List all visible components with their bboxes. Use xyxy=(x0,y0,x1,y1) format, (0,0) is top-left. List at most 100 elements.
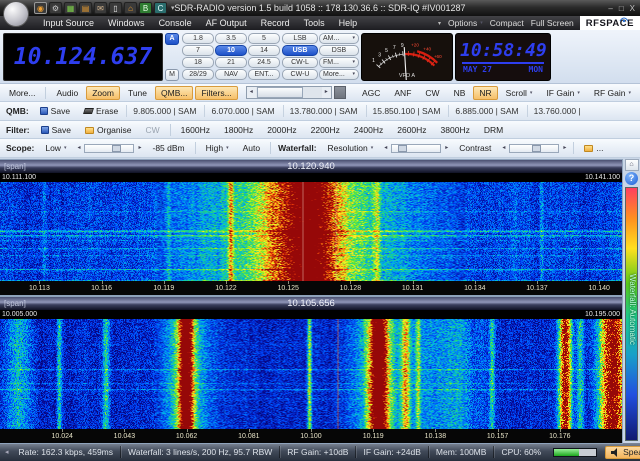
qmb-memory-item[interactable]: 9.805.000 | SAM xyxy=(126,105,202,117)
dsp-anf-button[interactable]: ANF xyxy=(388,86,417,100)
slider-left-icon[interactable]: ◂ xyxy=(381,142,390,155)
dsp-nb-button[interactable]: NB xyxy=(448,86,472,100)
more-button[interactable]: More... xyxy=(3,86,41,100)
slider-right-icon[interactable]: ▸ xyxy=(135,142,144,155)
filter-organise-button[interactable]: Organise xyxy=(79,123,138,137)
filter-2400hz-button[interactable]: 2400Hz xyxy=(348,123,389,137)
scope-low-button[interactable]: Low▾ xyxy=(39,141,72,155)
frequency-display[interactable]: 10.124.637 xyxy=(3,33,163,81)
filters-button[interactable]: Filters... xyxy=(195,86,237,100)
home-icon[interactable]: ⌂ xyxy=(124,2,137,14)
vfo-m-button[interactable]: M xyxy=(165,69,179,81)
waterfall-resolution-button[interactable]: Resolution▾ xyxy=(322,141,380,155)
mode-cw-u-button[interactable]: CW-U xyxy=(282,69,318,80)
band-24-5-button[interactable]: 24.5 xyxy=(248,57,280,68)
menu-af-output[interactable]: AF Output xyxy=(199,16,254,30)
menu-console[interactable]: Console xyxy=(152,16,199,30)
mode-dsb-button[interactable]: DSB xyxy=(319,45,359,56)
qmb-memory-item[interactable]: 13.780.000 | SAM xyxy=(283,105,364,117)
if-gain-dropdown[interactable]: IF Gain▾ xyxy=(540,86,585,100)
expand-icon[interactable]: ⌂ xyxy=(625,159,639,171)
filter-3800hz-button[interactable]: 3800Hz xyxy=(435,123,476,137)
preset-c-icon[interactable]: C xyxy=(154,2,167,14)
slider-thumb[interactable] xyxy=(398,145,407,152)
waterfall2-frequency-scale[interactable]: 10.02410.04310.06210.08110.10010.11910.1… xyxy=(0,429,622,443)
options-menu[interactable]: Options▾ xyxy=(448,18,483,28)
rf-gain-dropdown[interactable]: RF Gain▾ xyxy=(588,86,637,100)
scroll-dropdown[interactable]: Scroll▾ xyxy=(500,86,539,100)
mail-icon[interactable]: ✉ xyxy=(94,2,107,14)
waterfall-options-button[interactable]: ... xyxy=(578,141,609,155)
scroll-right-icon[interactable]: ▸ xyxy=(322,86,331,99)
slider-right-icon[interactable]: ▸ xyxy=(442,142,451,155)
band-5-button[interactable]: 5 xyxy=(248,33,280,44)
minimize-button[interactable]: – xyxy=(608,4,612,13)
mode-cw-l-button[interactable]: CW-L xyxy=(282,57,318,68)
mode-am-button[interactable]: AM...▾ xyxy=(319,33,359,44)
mode-lsb-button[interactable]: LSB xyxy=(282,33,318,44)
band-18-button[interactable]: 18 xyxy=(182,57,214,68)
waterfall1-display[interactable] xyxy=(0,182,622,281)
qmb-memory-item[interactable]: 13.760.000 | xyxy=(527,105,587,117)
display-icon[interactable]: ▦ xyxy=(64,2,77,14)
waterfall2-header[interactable]: [span] 10.105.656 xyxy=(0,297,622,310)
slider-thumb[interactable] xyxy=(112,145,121,152)
full-screen-button[interactable]: Full Screen xyxy=(531,18,574,28)
scope-low-slider[interactable]: ◂ ▸ xyxy=(74,142,144,155)
speakers-output-button[interactable]: Speakers xyxy=(605,446,640,459)
slider-left-icon[interactable]: ◂ xyxy=(499,142,508,155)
qmb-erase-button[interactable]: Erase xyxy=(78,104,124,118)
waterfall1-header[interactable]: [span] 10.120.940 xyxy=(0,160,622,173)
filter-2000hz-button[interactable]: 2000Hz xyxy=(261,123,302,137)
tools-icon[interactable]: ⚙ xyxy=(49,2,62,14)
close-button[interactable]: X xyxy=(630,4,635,13)
slider-left-icon[interactable]: ◂ xyxy=(74,142,83,155)
qat-overflow-icon[interactable]: ▾ xyxy=(169,4,177,12)
band-1-8-button[interactable]: 1.8 xyxy=(182,33,214,44)
band-3-5-button[interactable]: 3.5 xyxy=(215,33,247,44)
filter-save-button[interactable]: Save xyxy=(35,123,77,137)
preset-b-icon[interactable]: B xyxy=(139,2,152,14)
document-icon[interactable]: ▯ xyxy=(109,2,122,14)
tune-button[interactable]: Tune xyxy=(122,86,153,100)
calendar-icon[interactable]: ▤ xyxy=(79,2,92,14)
band-14-button[interactable]: 14 xyxy=(248,45,280,56)
menu-record[interactable]: Record xyxy=(254,16,297,30)
zoom-button[interactable]: Zoom xyxy=(86,86,120,100)
scrollbar-thumb[interactable] xyxy=(257,87,303,98)
band-21-button[interactable]: 21 xyxy=(215,57,247,68)
filter-drm-button[interactable]: DRM xyxy=(478,123,509,137)
help-icon[interactable]: ? xyxy=(625,172,638,185)
vfo-a-button[interactable]: A xyxy=(165,33,179,45)
audio-button[interactable]: Audio xyxy=(50,86,84,100)
mode-more-button[interactable]: More...▾ xyxy=(319,69,359,80)
app-logo-icon[interactable] xyxy=(3,1,29,27)
power-icon[interactable]: ◉ xyxy=(34,2,47,14)
band-10-button[interactable]: 10 xyxy=(215,45,247,56)
filter-1800hz-button[interactable]: 1800Hz xyxy=(218,123,259,137)
dsp-agc-button[interactable]: AGC xyxy=(356,86,386,100)
waterfall2-display[interactable] xyxy=(0,319,622,429)
mode-fm-button[interactable]: FM...▾ xyxy=(319,57,359,68)
band-28-29-button[interactable]: 28/29 xyxy=(182,69,214,80)
qmb-save-button[interactable]: Save xyxy=(34,104,76,118)
qmb-memory-item[interactable]: 15.850.100 | SAM xyxy=(366,105,447,117)
menu-overflow-icon[interactable]: ▾ xyxy=(438,20,441,27)
scope-high-button[interactable]: High▾ xyxy=(200,141,235,155)
menu-windows[interactable]: Windows xyxy=(101,16,152,30)
filter-1600hz-button[interactable]: 1600Hz xyxy=(175,123,216,137)
dsp-cw-button[interactable]: CW xyxy=(419,86,445,100)
band-ent-button[interactable]: ENT... xyxy=(248,69,280,80)
waterfall-resolution-slider[interactable]: ◂ ▸ xyxy=(381,142,451,155)
scrollbar-track[interactable] xyxy=(256,87,322,98)
waterfall-contrast-slider[interactable]: ◂ ▸ xyxy=(499,142,569,155)
menu-help[interactable]: Help xyxy=(332,16,365,30)
scope-auto-button[interactable]: Auto xyxy=(237,141,267,155)
status-collapse-icon[interactable]: ◂ xyxy=(2,448,12,456)
band-7-button[interactable]: 7 xyxy=(182,45,214,56)
qmb-memory-item[interactable]: 6.070.000 | SAM xyxy=(204,105,280,117)
pan-scrollbar[interactable]: ◂▸ xyxy=(246,86,332,99)
maximize-button[interactable]: □ xyxy=(619,4,624,13)
slider-right-icon[interactable]: ▸ xyxy=(560,142,569,155)
mode-usb-button[interactable]: USB xyxy=(282,45,318,56)
